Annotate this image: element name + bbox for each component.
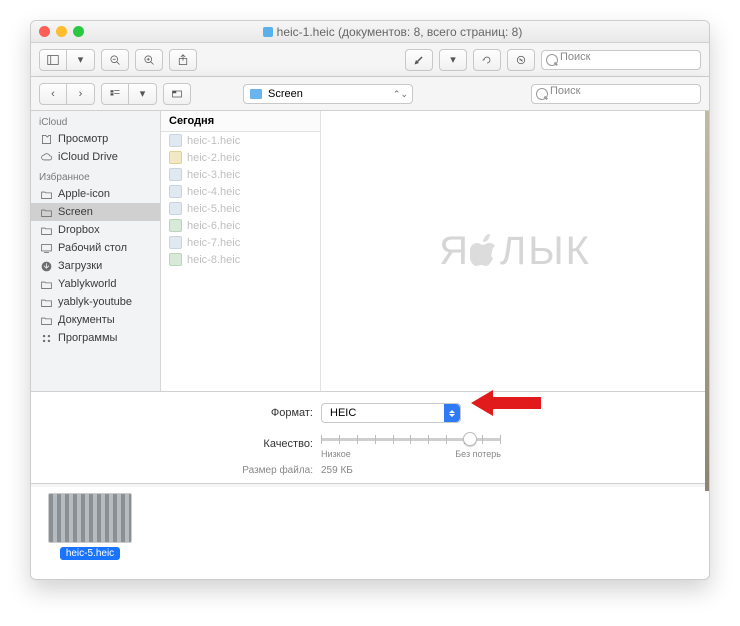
- watermark-text: ЛЫК: [500, 229, 591, 274]
- path-popup-label: Screen: [268, 88, 303, 100]
- markup-button[interactable]: [405, 49, 433, 71]
- background-strip: [705, 111, 710, 491]
- app-icon: [39, 133, 53, 145]
- file-icon: [169, 168, 182, 181]
- quality-slider[interactable]: [321, 429, 501, 449]
- window-title: heic-1.heic (документов: 8, всего страни…: [277, 25, 523, 39]
- markup-menu[interactable]: ▾: [439, 49, 467, 71]
- share-button[interactable]: [169, 49, 197, 71]
- format-label: Формат:: [31, 407, 313, 419]
- slider-knob[interactable]: [463, 432, 477, 446]
- file-column-header: Сегодня: [161, 111, 320, 132]
- thumbnail[interactable]: heic-5.heic: [45, 493, 135, 560]
- file-row[interactable]: heic-5.heic: [161, 200, 320, 217]
- file-icon: [169, 134, 182, 147]
- sidebar-item-downloads[interactable]: Загрузки: [31, 257, 160, 275]
- file-column: Сегодня heic-1.heic heic-2.heic heic-3.h…: [161, 111, 321, 391]
- sidebar-item-apple-icon[interactable]: Apple-icon: [31, 185, 160, 203]
- rotate-button[interactable]: [473, 49, 501, 71]
- thumbnail-image: [48, 493, 132, 543]
- quality-high-label: Без потерь: [455, 449, 501, 459]
- chevron-updown-icon: ⌃⌄: [393, 89, 408, 100]
- file-icon: [169, 202, 182, 215]
- downloads-icon: [39, 260, 53, 272]
- filesize-label: Размер файла:: [31, 465, 313, 476]
- zoom-out-button[interactable]: [101, 49, 129, 71]
- export-options: Формат: HEIC Качество:: [31, 392, 709, 483]
- sidebar-section-fav: Избранное: [31, 166, 160, 185]
- file-icon: [169, 151, 182, 164]
- sidebar-item-desktop[interactable]: Рабочий стол: [31, 239, 160, 257]
- sidebar-section-icloud: iCloud: [31, 111, 160, 130]
- quality-label: Качество:: [31, 438, 313, 450]
- file-icon: [169, 185, 182, 198]
- document-icon: [263, 27, 273, 37]
- folder-icon: [39, 224, 53, 236]
- sidebar-toggle-button[interactable]: [39, 49, 67, 71]
- file-icon: [169, 253, 182, 266]
- sidebar-toggle-menu[interactable]: ▾: [67, 49, 95, 71]
- group-button[interactable]: [163, 83, 191, 105]
- filesize-value: 259 КБ: [321, 465, 353, 476]
- nav-forward-button[interactable]: ›: [67, 83, 95, 105]
- file-row[interactable]: heic-6.heic: [161, 217, 320, 234]
- sidebar-item-documents[interactable]: Документы: [31, 311, 160, 329]
- folder-icon: [39, 296, 53, 308]
- quality-low-label: Низкое: [321, 449, 351, 459]
- preview-area: Я ЛЫК: [321, 111, 709, 391]
- sidebar-item-yablyk-youtube[interactable]: yablyk-youtube: [31, 293, 160, 311]
- watermark-text: Я: [439, 229, 470, 274]
- file-row[interactable]: heic-4.heic: [161, 183, 320, 200]
- apple-logo-icon: [470, 234, 500, 268]
- close-icon[interactable]: [39, 26, 50, 37]
- titlebar: heic-1.heic (документов: 8, всего страни…: [31, 21, 709, 43]
- markup-toolbar-button[interactable]: [507, 49, 535, 71]
- background-thumbnails: heic-5.heic: [31, 487, 709, 579]
- chevron-updown-icon: [444, 404, 460, 422]
- sidebar-item-apps[interactable]: Программы: [31, 329, 160, 347]
- view-mode-menu[interactable]: ▾: [129, 83, 157, 105]
- sidebar-item-screen[interactable]: Screen: [31, 203, 160, 221]
- folder-icon: [39, 278, 53, 290]
- file-row[interactable]: heic-2.heic: [161, 149, 320, 166]
- format-popup[interactable]: HEIC: [321, 403, 461, 423]
- file-row[interactable]: heic-7.heic: [161, 234, 320, 251]
- sidebar-item-icloud-drive[interactable]: iCloud Drive: [31, 148, 160, 166]
- app-toolbar: ▾ ▾ Поиск: [31, 43, 709, 77]
- folder-icon: [39, 188, 53, 200]
- folder-icon: [39, 314, 53, 326]
- sidebar-item-yablykworld[interactable]: Yablykworld: [31, 275, 160, 293]
- cloud-icon: [39, 151, 53, 163]
- minimize-icon[interactable]: [56, 26, 67, 37]
- path-popup[interactable]: Screen ⌃⌄: [243, 84, 413, 104]
- annotation-arrow-icon: [471, 386, 541, 423]
- apps-icon: [39, 332, 53, 344]
- zoom-icon[interactable]: [73, 26, 84, 37]
- nav-back-button[interactable]: ‹: [39, 83, 67, 105]
- zoom-in-button[interactable]: [135, 49, 163, 71]
- file-row[interactable]: heic-1.heic: [161, 132, 320, 149]
- thumbnail-label: heic-5.heic: [60, 547, 120, 560]
- sidebar: iCloud Просмотр iCloud Drive Избранное A…: [31, 111, 161, 391]
- file-icon: [169, 236, 182, 249]
- folder-icon: [39, 206, 53, 218]
- desktop-icon: [39, 242, 53, 254]
- sheet-search-input[interactable]: Поиск: [531, 84, 701, 104]
- save-sheet: ‹ › ▾ Screen ⌃⌄ Поиск iC: [31, 77, 709, 487]
- sidebar-item-preview[interactable]: Просмотр: [31, 130, 160, 148]
- file-icon: [169, 219, 182, 232]
- file-row[interactable]: heic-3.heic: [161, 166, 320, 183]
- folder-icon: [250, 89, 262, 99]
- preview-window: heic-1.heic (документов: 8, всего страни…: [30, 20, 710, 580]
- toolbar-search-input[interactable]: Поиск: [541, 50, 701, 70]
- view-mode-button[interactable]: [101, 83, 129, 105]
- file-row[interactable]: heic-8.heic: [161, 251, 320, 268]
- format-value: HEIC: [330, 407, 356, 419]
- sidebar-item-dropbox[interactable]: Dropbox: [31, 221, 160, 239]
